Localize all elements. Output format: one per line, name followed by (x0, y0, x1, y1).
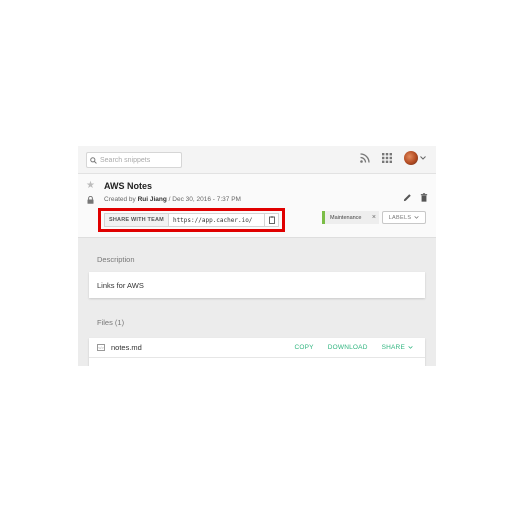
tag-label: Maintenance (330, 214, 362, 221)
search-input[interactable]: Search snippets (86, 152, 182, 168)
description-heading: Description (97, 255, 135, 264)
share-button-label: SHARE (381, 344, 405, 351)
chevron-down-icon (414, 216, 419, 219)
chevron-down-icon (420, 156, 426, 160)
share-button[interactable]: SHARE (382, 344, 413, 351)
file-header: </> notes.md COPY DOWNLOAD SHARE (89, 338, 425, 358)
user-menu[interactable] (404, 151, 426, 165)
trash-icon[interactable] (420, 193, 428, 202)
top-actions (360, 151, 426, 165)
file-name: notes.md (111, 343, 142, 352)
description-text: Links for AWS (97, 280, 144, 290)
rss-icon[interactable] (360, 153, 370, 163)
apps-grid-icon[interactable] (382, 153, 392, 163)
search-icon (90, 156, 97, 164)
snippet-header: ★ AWS Notes Created by Rui Jiang / Dec 3… (78, 174, 436, 238)
highlight-box (98, 208, 285, 232)
snippet-title: AWS Notes (104, 181, 153, 191)
edit-icon[interactable] (403, 193, 412, 202)
download-button[interactable]: DOWNLOAD (328, 344, 368, 351)
lock-icon (87, 196, 94, 204)
tag-maintenance[interactable]: Maintenance × (322, 211, 379, 224)
copy-button[interactable]: COPY (294, 344, 313, 351)
search-placeholder: Search snippets (100, 156, 151, 164)
description-card[interactable]: Links for AWS (89, 272, 425, 298)
labels-button[interactable]: LABELS (382, 211, 426, 224)
file-card: </> notes.md COPY DOWNLOAD SHARE (89, 338, 425, 366)
avatar (404, 151, 418, 165)
files-heading: Files (1) (97, 318, 125, 327)
labels-button-label: LABELS (388, 214, 412, 221)
top-bar: Search snippets (78, 146, 436, 174)
author-name: Rui Jiang (137, 196, 167, 203)
app-window: Search snippets ★ AWS Notes Created by R… (78, 146, 436, 366)
close-icon[interactable]: × (372, 214, 376, 221)
file-icon: </> (97, 344, 105, 351)
created-info: Created by Rui Jiang / Dec 30, 2016 - 7:… (104, 196, 241, 203)
chevron-down-icon (408, 346, 413, 349)
star-icon[interactable]: ★ (86, 181, 95, 191)
